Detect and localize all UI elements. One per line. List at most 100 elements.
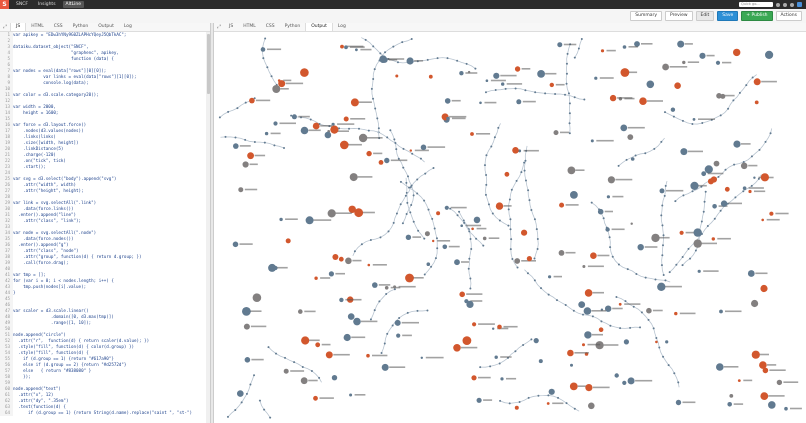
graph-node[interactable]: [305, 216, 314, 225]
graph-node[interactable]: [681, 255, 684, 258]
graph-node[interactable]: [462, 336, 472, 345]
graph-node[interactable]: [370, 87, 373, 90]
graph-node[interactable]: [682, 60, 686, 65]
expand-icon[interactable]: ⤢: [0, 24, 10, 30]
graph-node[interactable]: [510, 188, 513, 191]
graph-node[interactable]: [330, 125, 339, 134]
graph-node[interactable]: [262, 57, 265, 60]
graph-node[interactable]: [324, 131, 332, 139]
graph-node[interactable]: [275, 352, 278, 355]
graph-node[interactable]: [313, 395, 318, 401]
graph-node[interactable]: [765, 50, 774, 59]
graph-node[interactable]: [340, 44, 344, 49]
graph-node[interactable]: [424, 172, 427, 175]
graph-node[interactable]: [614, 373, 619, 378]
graph-node[interactable]: [691, 190, 694, 193]
graph-node[interactable]: [758, 148, 761, 151]
graph-node[interactable]: [528, 199, 531, 202]
graph-node[interactable]: [635, 272, 638, 275]
graph-node[interactable]: [240, 401, 243, 404]
graph-node[interactable]: [454, 259, 460, 266]
graph-node[interactable]: [507, 224, 510, 227]
graph-node[interactable]: [387, 230, 390, 233]
graph-node[interactable]: [627, 377, 635, 385]
graph-node[interactable]: [734, 196, 737, 199]
graph-node[interactable]: [495, 202, 504, 210]
graph-node[interactable]: [300, 377, 308, 385]
graph-node[interactable]: [751, 350, 760, 359]
graph-node[interactable]: [509, 228, 512, 231]
code-area[interactable]: 1 var apikey = "EDw3hYNy9G0ZLAPHcYQeyJ5Qb…: [0, 32, 206, 423]
app-logo[interactable]: S: [0, 0, 9, 9]
graph-node[interactable]: [378, 300, 381, 303]
graph-node[interactable]: [427, 208, 430, 211]
graph-node[interactable]: [580, 37, 583, 40]
graph-node[interactable]: [606, 195, 610, 199]
graph-node[interactable]: [410, 38, 413, 41]
graph-node[interactable]: [395, 212, 398, 215]
graph-node[interactable]: [379, 52, 382, 55]
graph-node[interactable]: [405, 234, 412, 240]
graph-node[interactable]: [245, 392, 248, 395]
graph-node[interactable]: [338, 256, 344, 262]
graph-node[interactable]: [657, 282, 666, 291]
graph-node[interactable]: [694, 249, 697, 252]
graph-node[interactable]: [406, 57, 414, 65]
graph-node[interactable]: [687, 247, 690, 250]
graph-node[interactable]: [668, 271, 671, 274]
graph-node[interactable]: [653, 147, 656, 150]
graph-node[interactable]: [727, 107, 730, 110]
graph-node[interactable]: [524, 89, 527, 92]
graph-node[interactable]: [484, 91, 487, 94]
graph-node[interactable]: [615, 296, 618, 299]
graph-node[interactable]: [717, 175, 720, 178]
graph-node[interactable]: [498, 362, 501, 365]
graph-node[interactable]: [677, 381, 680, 384]
graph-node[interactable]: [283, 146, 286, 149]
graph-node[interactable]: [609, 94, 617, 102]
graph-node[interactable]: [591, 315, 594, 318]
graph-node[interactable]: [644, 152, 647, 155]
graph-node[interactable]: [538, 359, 543, 364]
graph-node[interactable]: [769, 132, 772, 135]
graph-node[interactable]: [548, 275, 552, 279]
graph-node[interactable]: [485, 173, 488, 176]
tab-log[interactable]: Log: [119, 23, 137, 31]
graph-node[interactable]: [515, 179, 518, 182]
graph-node[interactable]: [409, 149, 412, 152]
graph-node[interactable]: [298, 309, 303, 314]
graph-node[interactable]: [401, 41, 404, 44]
graph-node[interactable]: [719, 114, 722, 117]
publish-button[interactable]: + Publish: [741, 11, 773, 21]
graph-node[interactable]: [446, 116, 450, 121]
graph-node[interactable]: [426, 262, 431, 266]
graph-node[interactable]: [430, 265, 433, 268]
graph-node[interactable]: [567, 166, 576, 175]
breadcrumb-project[interactable]: SNCF: [13, 1, 31, 8]
graph-node[interactable]: [244, 101, 247, 104]
graph-node[interactable]: [501, 82, 505, 86]
graph-node[interactable]: [514, 66, 521, 72]
graph-node[interactable]: [273, 121, 278, 126]
graph-node[interactable]: [732, 99, 735, 102]
graph-node[interactable]: [423, 199, 426, 202]
graph-node[interactable]: [753, 78, 761, 86]
graph-node[interactable]: [470, 247, 473, 250]
graph-node[interactable]: [600, 49, 605, 53]
chat-icon[interactable]: [776, 2, 780, 7]
graph-node[interactable]: [402, 147, 405, 150]
graph-node[interactable]: [727, 402, 732, 407]
graph-node[interactable]: [232, 241, 239, 248]
graph-node[interactable]: [267, 346, 270, 349]
graph-node[interactable]: [493, 136, 496, 139]
graph-node[interactable]: [582, 313, 585, 316]
graph-node[interactable]: [260, 47, 266, 52]
graph-node[interactable]: [620, 124, 628, 132]
graph-node[interactable]: [733, 140, 741, 148]
graph-node[interactable]: [662, 63, 669, 71]
graph-node[interactable]: [590, 139, 594, 143]
graph-node[interactable]: [724, 168, 727, 171]
graph-node[interactable]: [492, 327, 495, 330]
graph-node[interactable]: [523, 161, 526, 164]
graph-node[interactable]: [740, 162, 748, 170]
